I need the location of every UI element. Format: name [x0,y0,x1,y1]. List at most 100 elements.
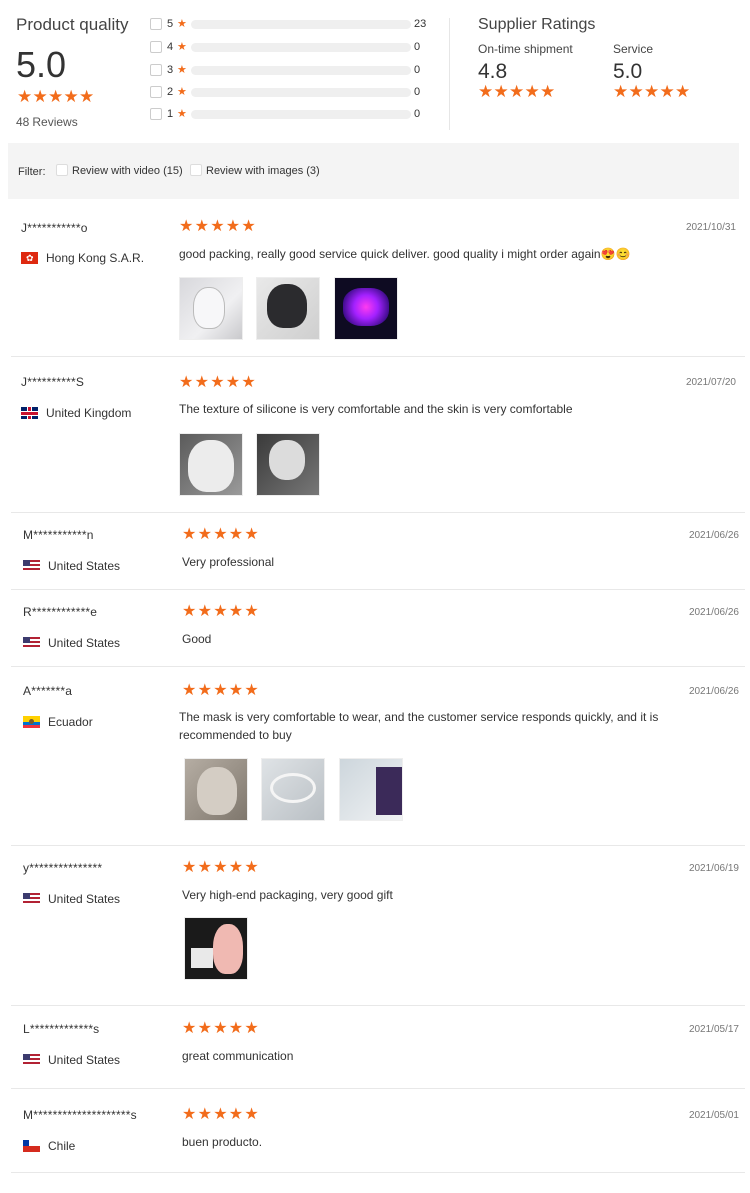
star-icon: ★ [182,526,197,543]
service-value: 5.0 [613,60,643,83]
distribution-row-5[interactable]: 5 ★ 23 [150,17,430,31]
distribution-row-4[interactable]: 4 ★ 0 [150,40,430,54]
review-stars: ★★★★★ [182,859,260,877]
star-icon: ★ [244,682,259,699]
reviewer-name: M********************s [23,1108,137,1122]
reviewer-name: J***********o [21,221,88,235]
filter-video-label: Review with video (15) [72,165,183,177]
reviews-count: 48 Reviews [16,115,78,129]
shipment-rating: On-time shipment 4.8 ★★★★★ [478,42,573,102]
product-quality-title: Product quality [16,15,129,34]
star-icon: ★ [197,603,212,620]
review-stars: ★★★★★ [182,1020,260,1038]
review-photos [184,917,257,980]
distribution-bar [191,20,411,29]
star-icon: ★ [197,1106,212,1123]
star-icon: ★ [179,374,194,391]
reviewer-country: Chile [23,1139,75,1153]
star-icon: ★ [225,218,241,235]
star-icon: ★ [228,682,244,699]
star-icon: ★ [182,859,197,876]
filter-video-checkbox[interactable] [56,164,68,176]
review-text: Very high-end packaging, very good gift [182,888,393,902]
black-mask-photo[interactable] [256,277,321,340]
review-text: good packing, really good service quick … [179,247,631,261]
country-name: United States [48,636,121,650]
service-label: Service [613,42,654,56]
filter-images-option[interactable]: Review with images (3) [190,164,320,177]
filter-video-option[interactable]: Review with video (15) [56,164,183,177]
shipment-value: 4.8 [478,60,508,83]
star-icon: ★ [177,86,187,98]
distribution-checkbox[interactable] [150,86,162,98]
distribution-stars: 1 [167,108,174,120]
star-icon: ★ [213,1106,228,1123]
review-date: 2021/10/31 [685,222,736,233]
star-icon: ★ [32,87,48,106]
distribution-checkbox[interactable] [150,18,162,30]
star-icon: ★ [48,87,64,106]
star-icon: ★ [244,1020,259,1037]
reviewer-name: L*************s [23,1022,100,1036]
distribution-checkbox[interactable] [150,41,162,53]
purple-led-mask-photo[interactable] [333,277,398,340]
distribution-row-3[interactable]: 3 ★ 0 [150,63,430,77]
summary-divider [449,18,450,130]
distribution-checkbox[interactable] [150,64,162,76]
star-icon: ★ [177,18,187,30]
star-icon: ★ [613,82,629,101]
service-rating: Service 5.0 ★★★★★ [613,42,691,102]
review-item: J***********o ✿ Hong Kong S.A.R. ★★★★★ 20… [11,207,745,357]
review-item: y*************** United States ★★★★★ 202… [11,846,745,1006]
review-date: 2021/06/26 [688,530,739,541]
silicone-mask-photo[interactable] [179,433,243,496]
star-icon: ★ [644,82,660,101]
distribution-count: 0 [414,41,421,53]
review-date: 2021/06/26 [688,686,739,697]
review-stars: ★★★★★ [182,1106,260,1124]
review-photos [179,277,407,340]
white-mask-photo[interactable] [179,277,243,340]
distribution-count: 0 [414,86,421,98]
distribution-stars: 4 [167,41,174,53]
filter-images-checkbox[interactable] [190,164,202,176]
reviewer-country: ✿ Hong Kong S.A.R. [21,251,144,265]
star-icon: ★ [228,1106,244,1123]
cables-photo[interactable] [261,758,326,821]
review-item: M********************s Chile ★★★★★ 2021/… [11,1089,745,1173]
review-stars: ★★★★★ [179,374,257,392]
star-icon: ★ [244,526,259,543]
review-item: R************e United States ★★★★★ 2021/… [11,590,745,667]
star-icon: ★ [524,82,540,101]
star-icon: ★ [210,218,225,235]
reviews-count-label: Reviews [32,115,78,129]
star-icon: ★ [197,682,212,699]
distribution-bar [191,110,411,119]
star-icon: ★ [244,859,259,876]
reviewer-name: y*************** [23,861,103,875]
distribution-row-2[interactable]: 2 ★ 0 [150,85,430,99]
box-photo[interactable] [338,758,403,821]
star-icon: ★ [478,82,494,101]
star-icon: ★ [213,859,228,876]
review-photos [179,433,329,496]
review-item: A*******a Ecuador ★★★★★ 2021/06/26 The m… [11,667,745,846]
pink-mask-photo[interactable] [184,917,248,980]
review-stars: ★★★★★ [182,682,260,700]
reviewer-country: United States [23,559,120,573]
distribution-checkbox[interactable] [150,108,162,120]
distribution-row-1[interactable]: 1 ★ 0 [150,107,430,121]
mask-package-photo[interactable] [256,433,321,496]
review-text: Very professional [182,555,275,569]
grey-mask-photo[interactable] [184,758,248,821]
star-icon: ★ [244,603,259,620]
star-icon: ★ [228,526,244,543]
star-icon: ★ [213,603,228,620]
country-name: United States [48,892,121,906]
review-text: Good [182,632,212,646]
star-icon: ★ [197,526,212,543]
star-icon: ★ [659,82,675,101]
us-flag-icon [23,637,40,649]
country-name: Ecuador [48,715,93,729]
star-icon: ★ [540,82,556,101]
